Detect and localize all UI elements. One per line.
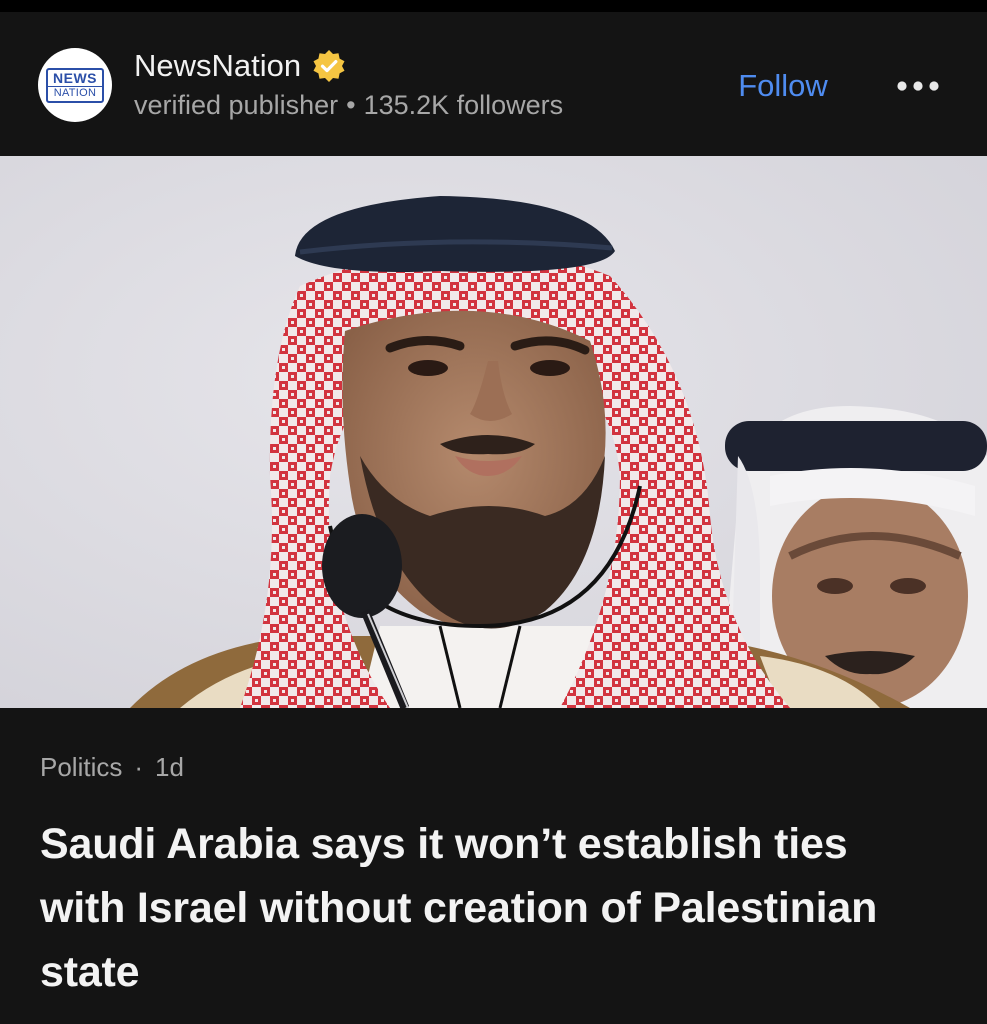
article-meta-separator: · bbox=[134, 752, 144, 782]
publisher-header: NEWS NATION NewsNation verified publishe… bbox=[0, 12, 987, 156]
article-body[interactable]: Politics · 1d Saudi Arabia says it won’t e… bbox=[0, 708, 987, 1024]
logo-text-news: NEWS bbox=[53, 69, 97, 86]
article-headline[interactable]: Saudi Arabia says it won’t establish tie… bbox=[40, 812, 940, 1004]
follow-button[interactable]: Follow bbox=[720, 64, 846, 108]
meta-separator: • bbox=[346, 90, 356, 120]
more-options-button[interactable] bbox=[892, 68, 944, 104]
publisher-name[interactable]: NewsNation bbox=[134, 48, 301, 84]
verified-badge-icon bbox=[311, 48, 347, 84]
publisher-meta: verified publisher • 135.2K followers bbox=[134, 90, 563, 121]
publisher-name-row: NewsNation bbox=[134, 44, 347, 88]
article-age: 1d bbox=[155, 752, 184, 782]
follower-count: 135.2K followers bbox=[363, 90, 564, 120]
verified-publisher-label: verified publisher bbox=[134, 90, 339, 120]
article-hero-image[interactable] bbox=[0, 156, 987, 708]
publisher-logo-mark: NEWS NATION bbox=[46, 67, 104, 103]
news-feed-card[interactable]: NEWS NATION NewsNation verified publishe… bbox=[0, 0, 987, 1024]
publisher-logo[interactable]: NEWS NATION bbox=[38, 48, 112, 122]
status-strip bbox=[0, 0, 987, 12]
article-meta: Politics · 1d bbox=[40, 752, 184, 783]
logo-text-nation: NATION bbox=[48, 85, 102, 99]
more-horizontal-icon bbox=[897, 81, 939, 91]
article-category[interactable]: Politics bbox=[40, 752, 122, 782]
